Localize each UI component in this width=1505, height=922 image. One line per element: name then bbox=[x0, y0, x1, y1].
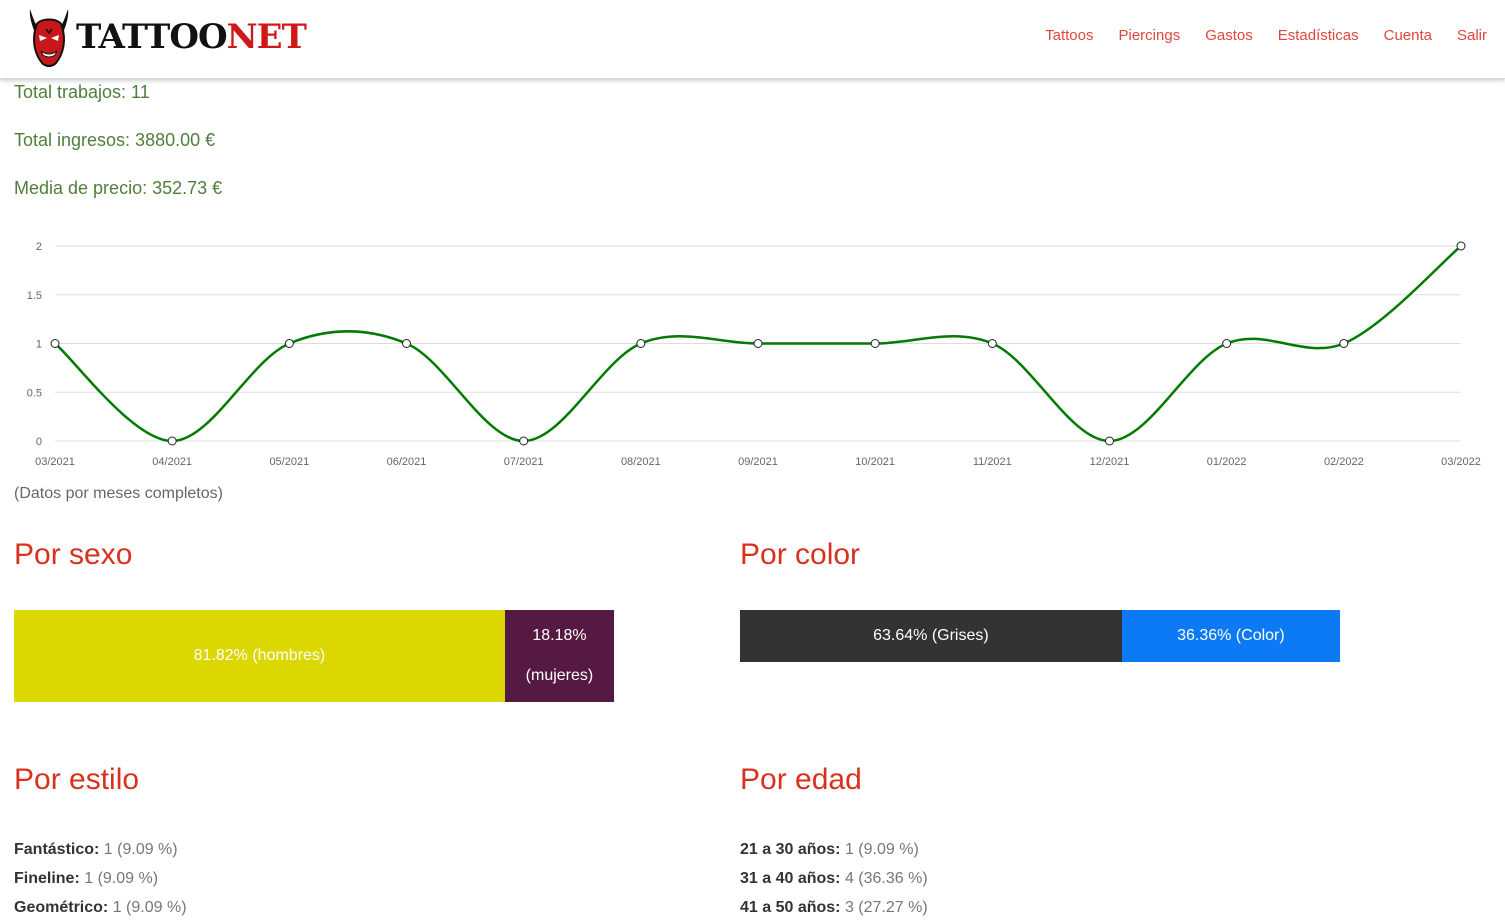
y-tick-label: 1 bbox=[36, 339, 42, 351]
data-point bbox=[1456, 241, 1466, 251]
por-color-title: Por color bbox=[740, 538, 861, 571]
edad-value: 3 (27.27 %) bbox=[844, 899, 928, 916]
nav-cuenta[interactable]: Cuenta bbox=[1384, 27, 1432, 44]
x-tick-label: 04/2021 bbox=[152, 456, 192, 468]
data-point bbox=[519, 436, 529, 446]
por-estilo-title: Por estilo bbox=[14, 763, 140, 796]
list-item: 21 a 30 años: 1 (9.09 %) bbox=[740, 835, 928, 864]
total-ingresos: Total ingresos: 3880.00 € bbox=[14, 130, 216, 150]
por-edad-title: Por edad bbox=[740, 763, 862, 796]
por-sexo-title: Por sexo bbox=[14, 538, 133, 571]
edad-name: 21 a 30 años: bbox=[740, 841, 841, 858]
data-point bbox=[987, 339, 997, 348]
x-tick-label: 03/2021 bbox=[35, 456, 75, 468]
estilo-value: 1 (9.09 %) bbox=[84, 870, 159, 887]
x-tick-label: 10/2021 bbox=[855, 456, 895, 468]
data-point bbox=[284, 339, 294, 348]
monthly-jobs-line-chart: 0 0.5 1 1.5 2 03/2021 04/2021 05/2021 06/2021 07/… bbox=[27, 241, 1481, 468]
edad-name: 31 a 40 años: bbox=[740, 870, 841, 887]
x-tick-label: 02/2022 bbox=[1324, 456, 1364, 468]
nav-piercings[interactable]: Piercings bbox=[1119, 27, 1181, 44]
data-point bbox=[753, 339, 763, 348]
brand-name-part2: NET bbox=[226, 17, 307, 57]
data-point bbox=[167, 436, 177, 446]
data-point bbox=[1222, 339, 1232, 348]
segment-mujeres: 18.18% (mujeres) bbox=[504, 610, 614, 702]
estilo-name: Geométrico: bbox=[14, 899, 109, 916]
y-tick-label: 0 bbox=[36, 436, 42, 448]
main-nav: Tattoos Piercings Gastos Estadísticas Cu… bbox=[1045, 27, 1487, 44]
list-item: Geométrico: 1 (9.09 %) bbox=[14, 893, 187, 922]
nav-salir[interactable]: Salir bbox=[1457, 27, 1487, 44]
chart-note: (Datos por meses completos) bbox=[14, 485, 223, 502]
nav-estadisticas[interactable]: Estadísticas bbox=[1278, 27, 1359, 44]
list-item: Fantástico: 1 (9.09 %) bbox=[14, 835, 187, 864]
x-tick-label: 01/2022 bbox=[1207, 456, 1247, 468]
estilo-name: Fantástico: bbox=[14, 841, 100, 858]
x-tick-label: 06/2021 bbox=[387, 456, 427, 468]
y-tick-label: 0.5 bbox=[27, 387, 42, 399]
edad-value: 1 (9.09 %) bbox=[844, 841, 919, 858]
por-sexo-bar: 81.82% (hombres) 18.18% (mujeres) bbox=[14, 610, 614, 702]
list-item: Fineline: 1 (9.09 %) bbox=[14, 864, 187, 893]
y-tick-label: 2 bbox=[36, 241, 42, 253]
total-trabajos: Total trabajos: 11 bbox=[14, 82, 150, 102]
data-point bbox=[402, 339, 411, 348]
y-tick-label: 1.5 bbox=[27, 290, 42, 302]
list-item: 31 a 40 años: 4 (36.36 %) bbox=[740, 864, 928, 893]
estilo-value: 1 (9.09 %) bbox=[112, 899, 187, 916]
data-point bbox=[1105, 436, 1114, 446]
x-tick-label: 12/2021 bbox=[1090, 456, 1130, 468]
data-point bbox=[870, 339, 880, 348]
brand-name: TATTOONET bbox=[76, 17, 307, 57]
x-tick-label: 05/2021 bbox=[269, 456, 309, 468]
por-edad-list: 21 a 30 años: 1 (9.09 %) 31 a 40 años: 4… bbox=[740, 835, 928, 922]
top-navbar: TATTOONET Tattoos Piercings Gastos Estad… bbox=[0, 0, 1505, 79]
brand-name-part1: TATTOO bbox=[76, 17, 228, 57]
por-estilo-list: Fantástico: 1 (9.09 %) Fineline: 1 (9.09… bbox=[14, 835, 187, 922]
x-tick-label: 08/2021 bbox=[621, 456, 661, 468]
segment-color: 36.36% (Color) bbox=[1121, 610, 1340, 662]
data-point bbox=[50, 339, 60, 348]
edad-value: 4 (36.36 %) bbox=[844, 870, 928, 887]
data-point bbox=[636, 339, 646, 348]
data-point bbox=[1339, 339, 1349, 348]
segment-grises: 63.64% (Grises) bbox=[740, 610, 1122, 662]
x-tick-label: 09/2021 bbox=[738, 456, 778, 468]
nav-tattoos[interactable]: Tattoos bbox=[1045, 27, 1093, 44]
brand-logo[interactable]: TATTOONET bbox=[26, 4, 307, 70]
edad-name: 41 a 50 años: bbox=[740, 899, 841, 916]
estilo-value: 1 (9.09 %) bbox=[103, 841, 178, 858]
list-item: 41 a 50 años: 3 (27.27 %) bbox=[740, 893, 928, 922]
estilo-name: Fineline: bbox=[14, 870, 80, 887]
x-tick-label: 11/2021 bbox=[973, 456, 1012, 468]
x-tick-label: 07/2021 bbox=[504, 456, 544, 468]
segment-hombres: 81.82% (hombres) bbox=[14, 610, 505, 702]
x-tick-label: 03/2022 bbox=[1441, 456, 1481, 468]
nav-gastos[interactable]: Gastos bbox=[1205, 27, 1253, 44]
por-color-bar: 63.64% (Grises) 36.36% (Color) bbox=[740, 610, 1340, 662]
media-precio: Media de precio: 352.73 € bbox=[14, 178, 223, 198]
demon-mask-icon bbox=[29, 9, 69, 67]
